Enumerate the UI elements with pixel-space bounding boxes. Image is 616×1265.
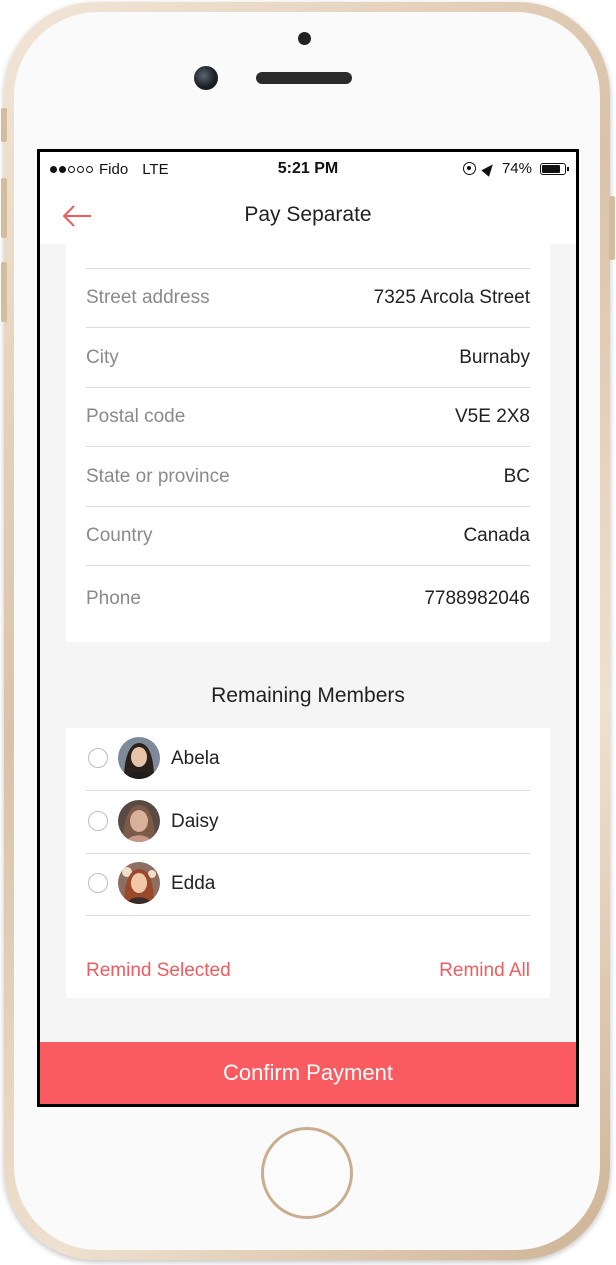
orientation-lock-icon [462,162,476,175]
earpiece-speaker [256,72,352,84]
members-card: Abela Daisy Edda Remind Selected Remind … [66,728,550,998]
member-name: Daisy [171,811,219,832]
form-row-country[interactable]: Country Canada [86,507,530,566]
battery-percent: 74% [501,160,532,177]
field-value: Canada [463,525,530,546]
field-value: 7325 Arcola Street [373,287,530,308]
field-label: Phone [86,588,141,609]
volume-up-button [1,178,7,238]
member-row-daisy[interactable]: Daisy [86,791,530,854]
section-title: Remaining Members [211,684,405,707]
nav-bar: Pay Separate [40,188,576,244]
field-value: BC [503,466,530,487]
form-row-city[interactable]: City Burnaby [86,329,530,388]
battery-icon [540,162,569,175]
member-row-edda[interactable]: Edda [86,853,530,916]
form-row-state-province[interactable]: State or province BC [86,448,530,507]
field-label: State or province [86,466,230,487]
power-button [609,196,615,260]
radio-button[interactable] [88,811,108,831]
form-row-phone[interactable]: Phone 7788982046 [86,570,530,628]
proximity-sensor [298,32,311,45]
form-row-postal-code[interactable]: Postal code V5E 2X8 [86,388,530,447]
screen: Fido LTE 5:21 PM 74% Pay Separate Street… [37,149,579,1107]
avatar [118,862,160,904]
app-display: Fido LTE 5:21 PM 74% Pay Separate Street… [40,152,576,1104]
member-name: Edda [171,873,216,894]
field-label: City [86,347,119,368]
avatar [118,800,160,842]
field-value: Burnaby [459,347,530,368]
location-arrow-icon [481,160,497,177]
member-row-abela[interactable]: Abela [86,728,530,791]
status-right: 74% [462,160,569,177]
volume-down-button [1,262,7,322]
field-value: V5E 2X8 [455,406,530,427]
address-card: Last name Green Street address 7325 Arco… [66,210,550,642]
status-bar: Fido LTE 5:21 PM 74% [40,152,576,188]
radio-button[interactable] [88,873,108,893]
front-camera [194,66,218,90]
field-value: 7788982046 [424,588,530,609]
confirm-payment-button[interactable]: Confirm Payment [40,1042,576,1104]
field-label: Street address [86,287,210,308]
home-button[interactable] [261,1127,353,1219]
page-title: Pay Separate [244,203,372,226]
remind-all-button[interactable]: Remind All [439,960,530,982]
field-label: Postal code [86,406,186,427]
field-label: Country [86,525,153,546]
member-name: Abela [171,748,220,769]
avatar [118,737,160,779]
remind-selected-button[interactable]: Remind Selected [86,960,231,982]
radio-button[interactable] [88,748,108,768]
form-row-street-address[interactable]: Street address 7325 Arcola Street [86,269,530,328]
mute-switch [1,108,7,142]
